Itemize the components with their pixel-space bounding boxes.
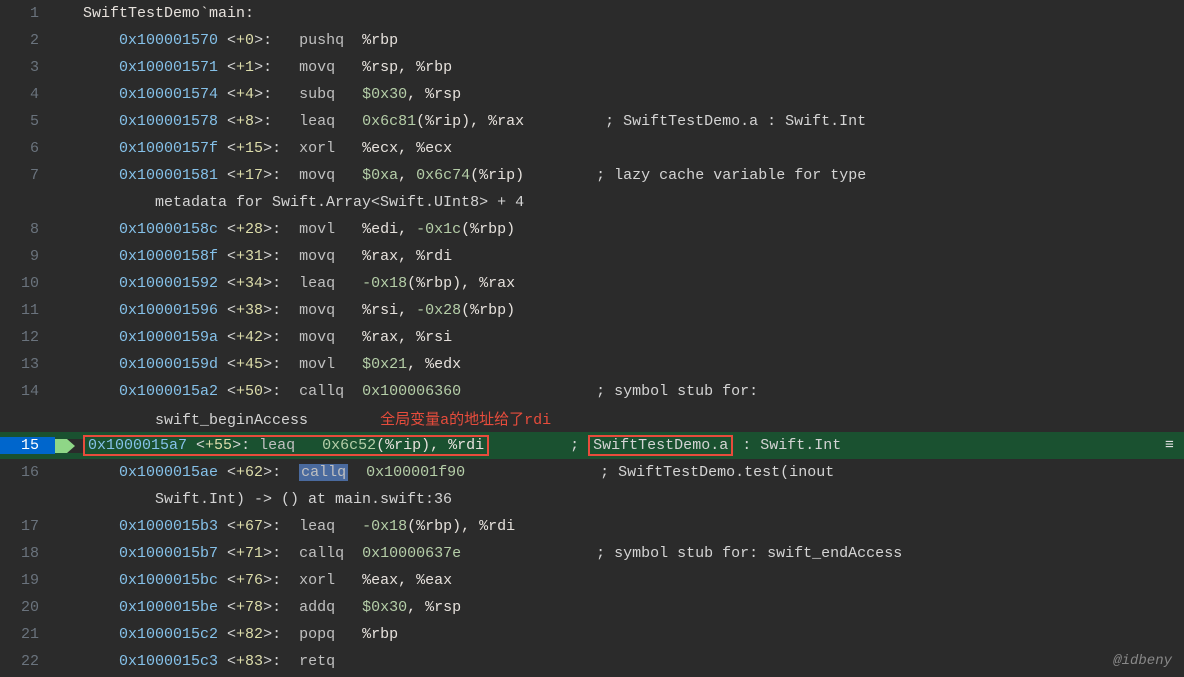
line-number: 17	[0, 518, 55, 535]
code-content: 0x1000015bc <+76>: xorl %eax, %eax	[83, 572, 1184, 589]
line-number: 16	[0, 464, 55, 481]
code-content: 0x100001571 <+1>: movq %rsp, %rbp	[83, 59, 1184, 76]
code-content: 0x1000015b3 <+67>: leaq -0x18(%rbp), %rd…	[83, 518, 1184, 535]
code-line[interactable]: 15 0x1000015a7 <+55>: leaq 0x6c52(%rip), …	[0, 432, 1184, 459]
line-number: 9	[0, 248, 55, 265]
code-line[interactable]: 18 0x1000015b7 <+71>: callq 0x10000637e …	[0, 540, 1184, 567]
code-line[interactable]: Swift.Int) -> () at main.swift:36	[0, 486, 1184, 513]
code-content: 0x100001570 <+0>: pushq %rbp	[83, 32, 1184, 49]
disassembly-view: 1 SwiftTestDemo`main: 2 0x100001570 <+0>: …	[0, 0, 1184, 675]
line-number: 20	[0, 599, 55, 616]
code-line[interactable]: 22 0x1000015c3 <+83>: retq	[0, 648, 1184, 675]
line-number: 3	[0, 59, 55, 76]
line-number: 11	[0, 302, 55, 319]
annotation-text: 全局变量a的地址给了rdi	[380, 412, 551, 429]
code-line[interactable]: 16 0x1000015ae <+62>: callq 0x100001f90 …	[0, 459, 1184, 486]
code-content: metadata for Swift.Array<Swift.UInt8> + …	[83, 194, 1184, 211]
code-line[interactable]: 13 0x10000159d <+45>: movl $0x21, %edx	[0, 351, 1184, 378]
line-number: 18	[0, 545, 55, 562]
line-number: 12	[0, 329, 55, 346]
code-line[interactable]: 10 0x100001592 <+34>: leaq -0x18(%rbp), …	[0, 270, 1184, 297]
code-line[interactable]: 6 0x10000157f <+15>: xorl %ecx, %ecx	[0, 135, 1184, 162]
code-content: 0x10000159a <+42>: movq %rax, %rsi	[83, 329, 1184, 346]
line-number: 2	[0, 32, 55, 49]
line-number: 4	[0, 86, 55, 103]
code-content: 0x10000157f <+15>: xorl %ecx, %ecx	[83, 140, 1184, 157]
code-content: 0x10000158c <+28>: movl %edi, -0x1c(%rbp…	[83, 221, 1184, 238]
code-line[interactable]: 4 0x100001574 <+4>: subq $0x30, %rsp	[0, 81, 1184, 108]
watermark: @idbeny	[1113, 653, 1172, 669]
line-number: 22	[0, 653, 55, 670]
code-content: 0x1000015c3 <+83>: retq	[83, 653, 1184, 670]
line-number: 7	[0, 167, 55, 184]
code-content: SwiftTestDemo`main:	[83, 5, 1184, 22]
code-content: 0x100001578 <+8>: leaq 0x6c81(%rip), %ra…	[83, 113, 1184, 130]
code-content: 0x10000159d <+45>: movl $0x21, %edx	[83, 356, 1184, 373]
code-content: 0x1000015a7 <+55>: leaq 0x6c52(%rip), %r…	[83, 435, 1184, 456]
code-content: Swift.Int) -> () at main.swift:36	[83, 491, 1184, 508]
line-number: 8	[0, 221, 55, 238]
code-line[interactable]: 8 0x10000158c <+28>: movl %edi, -0x1c(%r…	[0, 216, 1184, 243]
code-line[interactable]: 20 0x1000015be <+78>: addq $0x30, %rsp	[0, 594, 1184, 621]
code-line[interactable]: metadata for Swift.Array<Swift.UInt8> + …	[0, 189, 1184, 216]
code-line[interactable]: 17 0x1000015b3 <+67>: leaq -0x18(%rbp), …	[0, 513, 1184, 540]
line-menu-icon[interactable]: ≡	[1161, 435, 1178, 456]
code-content: 0x100001581 <+17>: movq $0xa, 0x6c74(%ri…	[83, 167, 1184, 184]
line-number: 15	[0, 437, 55, 454]
code-line[interactable]: 11 0x100001596 <+38>: movq %rsi, -0x28(%…	[0, 297, 1184, 324]
code-line[interactable]: 3 0x100001571 <+1>: movq %rsp, %rbp	[0, 54, 1184, 81]
code-content: 0x1000015b7 <+71>: callq 0x10000637e ; s…	[83, 545, 1184, 562]
breakpoint-arrow-icon	[55, 439, 83, 453]
code-content: 0x1000015ae <+62>: callq 0x100001f90 ; S…	[83, 464, 1184, 481]
code-line[interactable]: 7 0x100001581 <+17>: movq $0xa, 0x6c74(%…	[0, 162, 1184, 189]
line-number: 21	[0, 626, 55, 643]
code-line[interactable]: 14 0x1000015a2 <+50>: callq 0x100006360 …	[0, 378, 1184, 405]
line-number: 1	[0, 5, 55, 22]
code-content: 0x100001596 <+38>: movq %rsi, -0x28(%rbp…	[83, 302, 1184, 319]
code-content: 0x1000015c2 <+82>: popq %rbp	[83, 626, 1184, 643]
line-number: 5	[0, 113, 55, 130]
code-line[interactable]: 12 0x10000159a <+42>: movq %rax, %rsi	[0, 324, 1184, 351]
code-content: 0x1000015be <+78>: addq $0x30, %rsp	[83, 599, 1184, 616]
code-line[interactable]: 21 0x1000015c2 <+82>: popq %rbp	[0, 621, 1184, 648]
code-line[interactable]: 5 0x100001578 <+8>: leaq 0x6c81(%rip), %…	[0, 108, 1184, 135]
code-content: 0x1000015a2 <+50>: callq 0x100006360 ; s…	[83, 383, 1184, 400]
line-number: 13	[0, 356, 55, 373]
code-line[interactable]: 19 0x1000015bc <+76>: xorl %eax, %eax	[0, 567, 1184, 594]
line-number: 14	[0, 383, 55, 400]
line-number: 6	[0, 140, 55, 157]
code-content: 0x100001592 <+34>: leaq -0x18(%rbp), %ra…	[83, 275, 1184, 292]
code-line[interactable]: 9 0x10000158f <+31>: movq %rax, %rdi	[0, 243, 1184, 270]
code-line[interactable]: swift_beginAccess 全局变量a的地址给了rdi	[0, 405, 1184, 432]
line-number: 10	[0, 275, 55, 292]
code-content: swift_beginAccess 全局变量a的地址给了rdi	[83, 408, 1184, 429]
code-line[interactable]: 2 0x100001570 <+0>: pushq %rbp	[0, 27, 1184, 54]
code-line[interactable]: 1 SwiftTestDemo`main:	[0, 0, 1184, 27]
code-content: 0x100001574 <+4>: subq $0x30, %rsp	[83, 86, 1184, 103]
line-number: 19	[0, 572, 55, 589]
code-content: 0x10000158f <+31>: movq %rax, %rdi	[83, 248, 1184, 265]
